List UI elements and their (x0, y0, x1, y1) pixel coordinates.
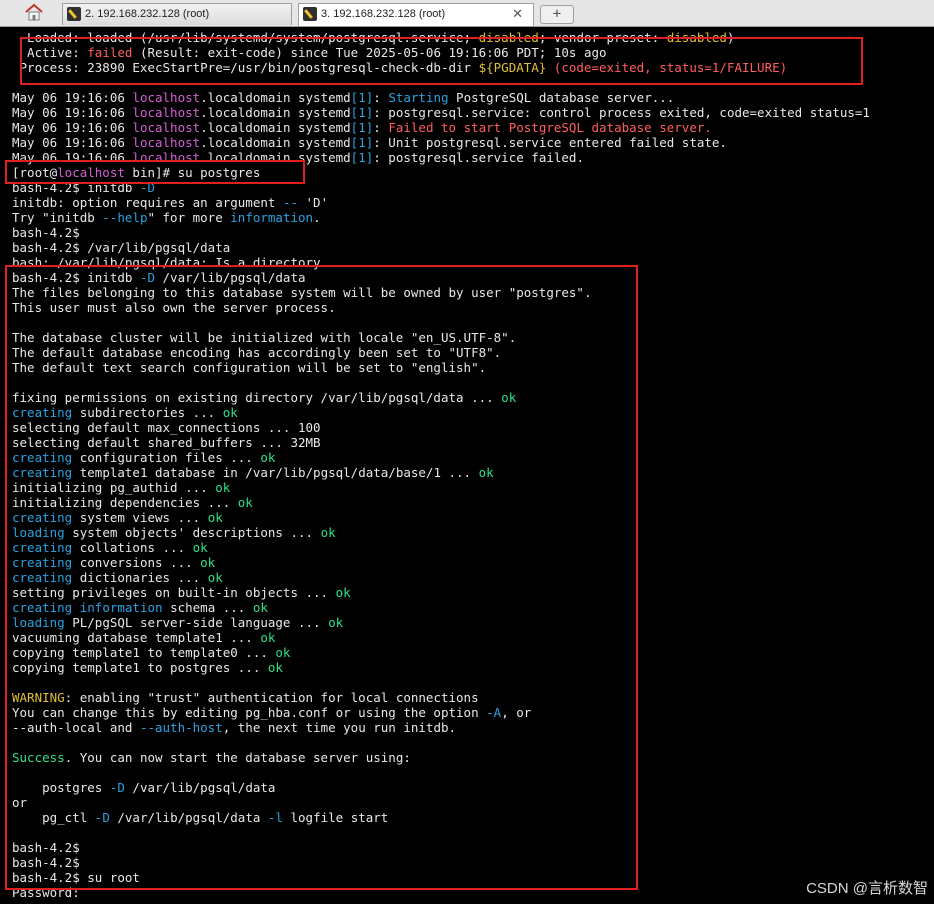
terminal-text: [1] (350, 135, 374, 150)
terminal-line: initdb: option requires an argument -- '… (12, 195, 870, 210)
terminal-text: .localdomain systemd (200, 105, 351, 120)
terminal-text: [1] (350, 90, 374, 105)
terminal-icon (303, 7, 317, 21)
tab-bar: 2. 192.168.232.128 (root) 3. 192.168.232… (0, 0, 934, 27)
watermark: CSDN @言析数智 (806, 880, 928, 897)
tab-label: 3. 192.168.232.128 (root) (321, 8, 446, 20)
terminal-line: May 06 19:16:06 localhost.localdomain sy… (12, 105, 870, 120)
terminal-text: [1] (350, 120, 374, 135)
terminal-text: May 06 19:16:06 (12, 105, 133, 120)
highlight-box-su-command (5, 160, 305, 184)
terminal-line: May 06 19:16:06 localhost.localdomain sy… (12, 135, 870, 150)
terminal-output[interactable]: Loaded: loaded (/usr/lib/systemd/system/… (0, 27, 934, 904)
terminal-text: : postgresql.service failed. (373, 150, 584, 165)
terminal-text: : postgresql.service: control process ex… (373, 105, 870, 120)
terminal-text: information (230, 210, 314, 225)
tab-session-3[interactable]: 3. 192.168.232.128 (root) ✕ (298, 3, 534, 26)
tab-label: 2. 192.168.232.128 (root) (85, 8, 210, 20)
terminal-text: .localdomain systemd (200, 90, 351, 105)
terminal-text: May 06 19:16:06 (12, 90, 133, 105)
terminal-line: May 06 19:16:06 localhost.localdomain sy… (12, 90, 870, 105)
terminal-line: May 06 19:16:06 localhost.localdomain sy… (12, 120, 870, 135)
terminal-text: : (373, 90, 389, 105)
terminal-text: localhost (132, 120, 201, 135)
new-tab-button[interactable]: + (540, 5, 574, 24)
home-icon (25, 3, 43, 21)
terminal-text: bash-4.2$ /var/lib/pgsql/data (12, 240, 231, 255)
terminal-text: .localdomain systemd (200, 120, 351, 135)
terminal-text: PostgreSQL database server... (448, 90, 675, 105)
terminal-text: May 06 19:16:06 (12, 135, 133, 150)
terminal-text: " for more (147, 210, 231, 225)
terminal-text: Failed to start PostgreSQL database serv… (388, 120, 712, 135)
highlight-box-initdb-output (5, 265, 638, 890)
terminal-text: : Unit postgresql.service entered failed… (373, 135, 727, 150)
terminal-icon (67, 7, 81, 21)
terminal-text: -- (282, 195, 298, 210)
terminal-text: localhost (132, 135, 201, 150)
terminal-text: --help (102, 210, 148, 225)
tab-session-2[interactable]: 2. 192.168.232.128 (root) (62, 3, 292, 25)
terminal-text: [1] (350, 105, 374, 120)
terminal-text: localhost (132, 105, 201, 120)
terminal-line: bash-4.2$ (12, 225, 870, 240)
terminal-text: May 06 19:16:06 (12, 120, 133, 135)
terminal-text: 'D' (298, 195, 329, 210)
highlight-box-service-status (20, 37, 863, 85)
close-icon[interactable]: ✕ (512, 4, 523, 24)
terminal-text: localhost (132, 90, 201, 105)
terminal-text: : (373, 120, 389, 135)
terminal-text: .localdomain systemd (200, 135, 351, 150)
terminal-text: . (313, 210, 321, 225)
terminal-text: Starting (388, 90, 449, 105)
terminal-text: initdb: option requires an argument (12, 195, 283, 210)
terminal-line: bash-4.2$ /var/lib/pgsql/data (12, 240, 870, 255)
terminal-text: bash-4.2$ (12, 225, 80, 240)
terminal-line: Try "initdb --help" for more information… (12, 210, 870, 225)
home-button[interactable] (22, 3, 46, 23)
terminal-text: [1] (350, 150, 374, 165)
terminal-text: Try "initdb (12, 210, 103, 225)
